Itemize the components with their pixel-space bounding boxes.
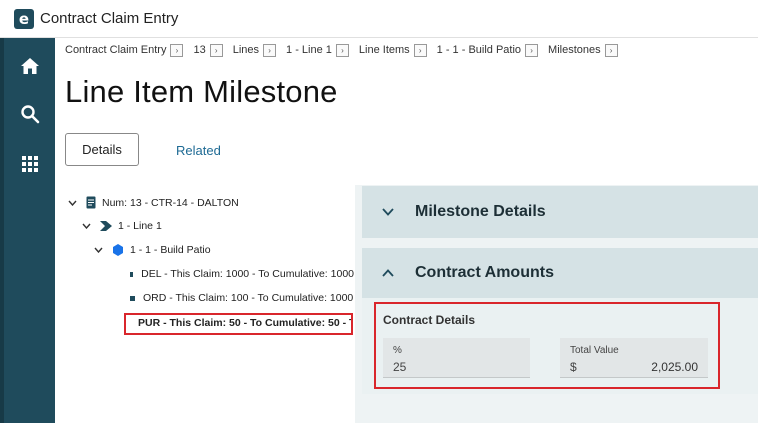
breadcrumb: Contract Claim Entry › 13 › Lines › 1 - Lin… <box>65 42 628 58</box>
tree-node-label: Num: 13 - CTR-14 - DALTON <box>102 196 239 209</box>
selection-highlight <box>124 313 353 335</box>
tab-related[interactable]: Related <box>176 143 221 158</box>
chevron-down-icon[interactable] <box>82 221 92 231</box>
chevron-down-icon[interactable] <box>382 205 402 219</box>
chevron-right-icon[interactable]: › <box>209 43 223 57</box>
line-chevron-icon <box>100 221 112 231</box>
tab-details[interactable]: Details <box>65 133 139 166</box>
tree-node-milestone[interactable]: ORD - This Claim: 100 - To Cumulative: 1… <box>130 292 354 304</box>
percent-field[interactable]: % 25 <box>383 338 530 378</box>
breadcrumb-item[interactable]: Contract Claim Entry › <box>65 43 184 57</box>
home-icon[interactable] <box>14 50 46 82</box>
breadcrumb-item[interactable]: Line Items › <box>359 43 427 57</box>
chevron-right-icon[interactable]: › <box>525 43 539 57</box>
breadcrumb-item[interactable]: 13 › <box>193 43 223 57</box>
chevron-right-icon[interactable]: › <box>413 43 427 57</box>
tree-node-label: ORD - This Claim: 100 - To Cumulative: 1… <box>143 292 354 304</box>
contract-amounts-header[interactable]: Contract Amounts <box>362 248 758 298</box>
hexagon-icon <box>112 244 124 256</box>
chevron-down-icon[interactable] <box>68 198 78 208</box>
app-title: Contract Claim Entry <box>40 10 179 27</box>
tree-node-label: DEL - This Claim: 1000 - To Cumulative: … <box>141 268 354 280</box>
chevron-up-icon[interactable] <box>382 266 402 280</box>
field-label: Total Value <box>570 345 619 356</box>
chevron-right-icon[interactable]: › <box>604 43 618 57</box>
tree-node-contract[interactable]: Num: 13 - CTR-14 - DALTON <box>68 196 239 209</box>
milestone-details-header[interactable]: Milestone Details <box>362 186 758 238</box>
app-logo: e <box>14 8 34 29</box>
total-value-field[interactable]: Total Value $ 2,025.00 <box>560 338 708 378</box>
section-title: Contract Details <box>383 313 476 327</box>
panel-title: Milestone Details <box>415 203 546 220</box>
bullet-icon <box>130 295 135 301</box>
apps-grid-icon[interactable] <box>14 148 46 180</box>
tree-node-line[interactable]: 1 - Line 1 <box>82 220 162 232</box>
document-icon <box>86 196 96 209</box>
left-nav <box>0 38 55 423</box>
currency-symbol: $ <box>570 360 577 374</box>
tree-node-label: 1 - 1 - Build Patio <box>130 244 211 256</box>
chevron-right-icon[interactable]: › <box>263 43 277 57</box>
field-value: 2,025.00 <box>651 360 698 374</box>
breadcrumb-item[interactable]: 1 - Line 1 › <box>286 43 349 57</box>
tree-node-milestone[interactable]: DEL - This Claim: 1000 - To Cumulative: … <box>130 268 354 280</box>
chevron-right-icon[interactable]: › <box>170 43 184 57</box>
field-label: % <box>393 345 402 356</box>
title-bar: e Contract Claim Entry <box>0 0 758 38</box>
chevron-right-icon[interactable]: › <box>335 43 349 57</box>
bullet-icon <box>130 271 134 277</box>
breadcrumb-item[interactable]: Milestones › <box>548 43 618 57</box>
search-icon[interactable] <box>14 98 46 130</box>
tree-node-label: 1 - Line 1 <box>118 220 162 232</box>
panel-title: Contract Amounts <box>415 264 554 281</box>
breadcrumb-item[interactable]: Lines › <box>233 43 277 57</box>
breadcrumb-item[interactable]: 1 - 1 - Build Patio › <box>437 43 539 57</box>
page-title: Line Item Milestone <box>65 74 338 109</box>
chevron-down-icon[interactable] <box>94 245 104 255</box>
tree-node-item[interactable]: 1 - 1 - Build Patio <box>94 244 211 256</box>
field-value: 25 <box>393 360 407 374</box>
